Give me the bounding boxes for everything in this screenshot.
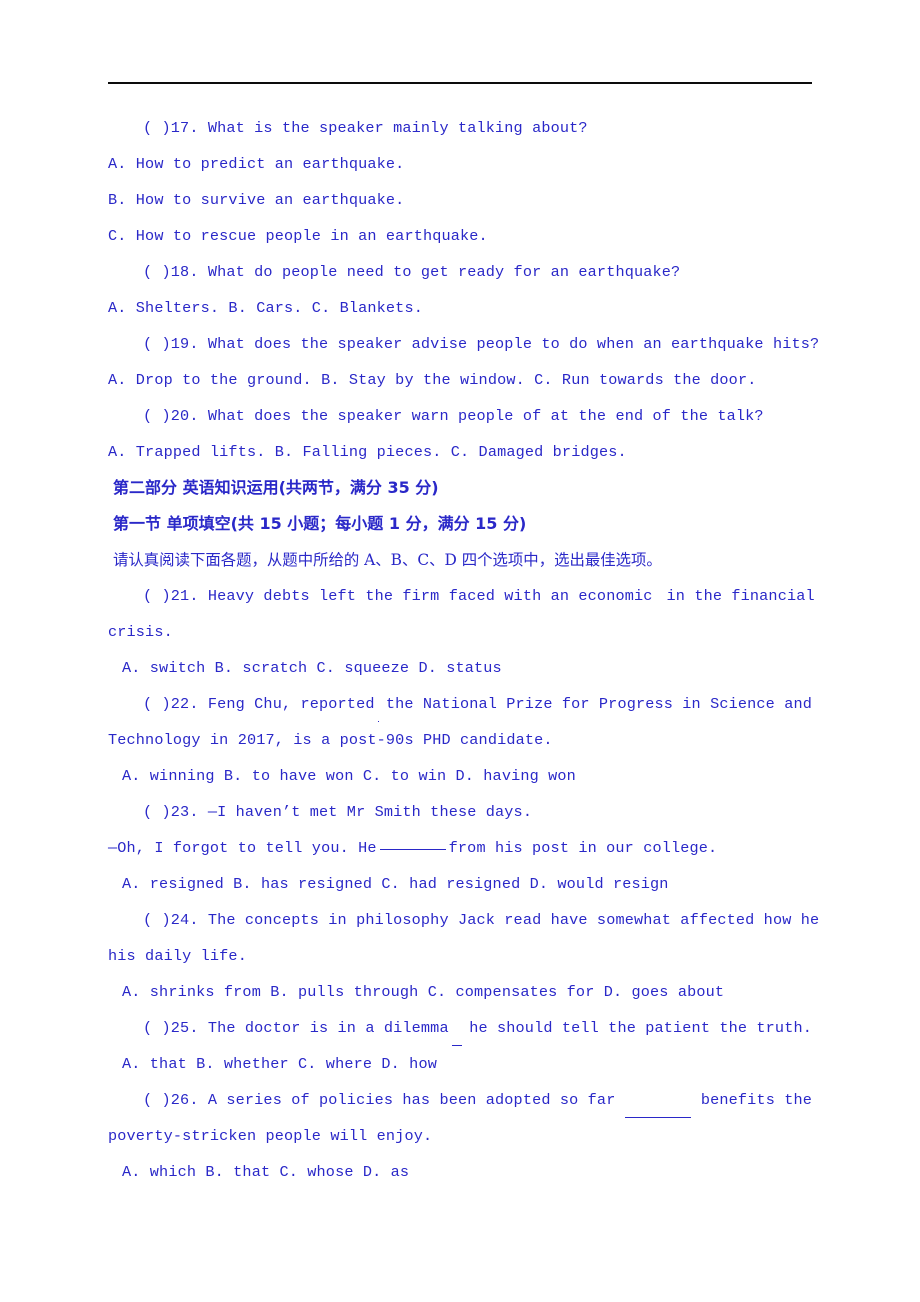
- heading-part-two: 第二部分 英语知识运用(共两节，满分 35 分): [113, 478, 439, 497]
- question-stem-26-part1: ( )26. A series of policies has been ado…: [143, 1091, 616, 1109]
- question-stem-18: ( )18. What do people need to get ready …: [143, 263, 681, 281]
- question-options-22: A. winning B. to have won C. to win D. h…: [122, 767, 576, 785]
- question-options-25: A. that B. whether C. where D. how: [122, 1055, 437, 1073]
- answer-blank-26: [625, 1082, 692, 1118]
- answer-blank-22: [377, 686, 379, 722]
- question-option-17a: A. How to predict an earthquake.: [108, 155, 405, 173]
- question-stem-25-part1: ( )25. The doctor is in a dilemma: [143, 1019, 449, 1037]
- question-options-24: A. shrinks from B. pulls through C. comp…: [122, 983, 725, 1001]
- question-stem-17: ( )17. What is the speaker mainly talkin…: [143, 119, 588, 137]
- question-stem-21-part2: in the financial: [666, 587, 815, 605]
- header-rule-divider: [108, 82, 812, 84]
- question-options-26: A. which B. that C. whose D. as: [122, 1163, 410, 1181]
- instruction-text: 请认真阅读下面各题，从题中所给的 A、B、C、D 四个选项中，选出最佳选项。: [113, 551, 662, 569]
- question-stem-23-reply: —Oh, I forgot to tell you. He from his po…: [108, 830, 812, 866]
- question-stem-26: ( )26. A series of policies has been ado…: [108, 1082, 812, 1118]
- question-stem-24: ( )24. The concepts in philosophy Jack r…: [108, 902, 819, 938]
- exam-paper-page: ( )17. What is the speaker mainly talkin…: [0, 0, 920, 1302]
- question-stem-19: ( )19. What does the speaker advise peop…: [143, 335, 820, 353]
- question-stem-26-part2: benefits the: [700, 1091, 813, 1109]
- question-stem-22: ( )22. Feng Chu, reported the National P…: [108, 686, 812, 722]
- question-options-23: A. resigned B. has resigned C. had resig…: [122, 875, 669, 893]
- question-stem-23-reply-a: —Oh, I forgot to tell you. He: [108, 839, 377, 857]
- heading-section-one: 第一节 单项填空(共 15 小题；每小题 1 分，满分 15 分): [113, 514, 527, 533]
- question-stem-22-part1: ( )22. Feng Chu, reported: [143, 695, 375, 713]
- question-stem-22-wrap: Technology in 2017, is a post-90s PHD ca…: [108, 731, 553, 749]
- question-stem-25-part2: he should tell the patient the truth.: [469, 1019, 812, 1037]
- question-option-18-row: A. Shelters. B. Cars. C. Blankets.: [108, 299, 423, 317]
- question-stem-24-wrap: his daily life.: [108, 947, 247, 965]
- question-stem-21: ( )21. Heavy debts left the firm faced w…: [108, 578, 815, 614]
- question-stem-20: ( )20. What does the speaker warn people…: [143, 407, 764, 425]
- question-stem-23: ( )23. —I haven’t met Mr Smith these day…: [143, 803, 533, 821]
- answer-blank-23: [379, 849, 446, 850]
- question-stem-26-wrap: poverty-stricken people will enjoy.: [108, 1127, 433, 1145]
- question-body: ( )17. What is the speaker mainly talkin…: [108, 110, 820, 1190]
- question-option-17b: B. How to survive an earthquake.: [108, 191, 405, 209]
- question-stem-21-wrap: crisis.: [108, 623, 173, 641]
- question-option-19-row: A. Drop to the ground. B. Stay by the wi…: [108, 371, 757, 389]
- answer-blank-25: [451, 1010, 463, 1046]
- question-stem-21-part1: ( )21. Heavy debts left the firm faced w…: [143, 587, 653, 605]
- question-option-20-row: A. Trapped lifts. B. Falling pieces. C. …: [108, 443, 627, 461]
- question-option-17c: C. How to rescue people in an earthquake…: [108, 227, 488, 245]
- question-stem-25: ( )25. The doctor is in a dilemma he sho…: [108, 1010, 812, 1046]
- question-stem-24-part1: ( )24. The concepts in philosophy Jack r…: [143, 911, 820, 929]
- question-stem-22-part2: the National Prize for Progress in Scien…: [385, 695, 812, 713]
- question-options-21: A. switch B. scratch C. squeeze D. statu…: [122, 659, 502, 677]
- question-stem-23-reply-b: from his post in our college.: [448, 839, 718, 857]
